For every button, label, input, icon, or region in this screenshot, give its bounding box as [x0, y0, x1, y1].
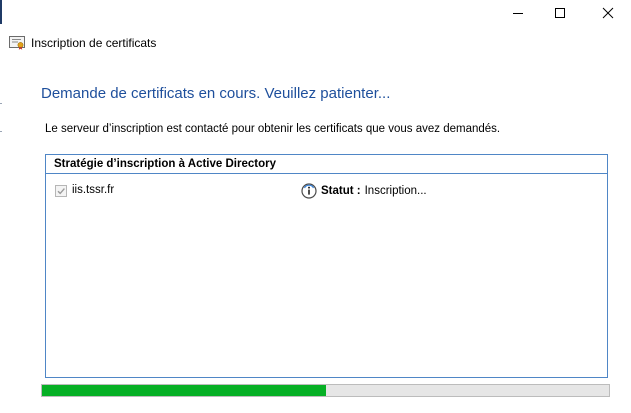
close-icon — [602, 7, 614, 19]
page-description: Le serveur d’inscription est contacté po… — [45, 123, 501, 135]
info-icon — [301, 183, 317, 199]
maximize-button[interactable] — [537, 0, 583, 26]
maximize-icon — [555, 8, 565, 18]
close-button[interactable] — [585, 0, 631, 26]
progress-fill — [42, 385, 326, 396]
enrollment-policy-panel: Stratégie d’inscription à Active Directo… — [45, 154, 608, 378]
app-title: Inscription de certificats — [31, 36, 157, 50]
minimize-button[interactable] — [495, 0, 541, 26]
policy-title: Stratégie d’inscription à Active Directo… — [46, 155, 607, 174]
title-bar — [0, 0, 631, 30]
progress-bar — [41, 384, 610, 397]
certificate-checkbox[interactable] — [55, 185, 67, 197]
window-header: Inscription de certificats — [9, 35, 156, 51]
certificate-name: iis.tssr.fr — [72, 184, 115, 196]
status-value: Inscription... — [364, 185, 427, 197]
left-edge-mark — [0, 131, 2, 132]
certificate-icon — [9, 36, 25, 50]
status-label: Statut : — [321, 185, 361, 197]
list-item: iis.tssr.fr Statut : Inscription... — [55, 183, 600, 201]
minimize-icon — [513, 13, 523, 14]
left-edge-mark — [0, 103, 2, 104]
page-title: Demande de certificats en cours. Veuille… — [41, 85, 391, 102]
checkmark-icon — [57, 188, 65, 195]
enrollment-status: Statut : Inscription... — [301, 183, 427, 199]
